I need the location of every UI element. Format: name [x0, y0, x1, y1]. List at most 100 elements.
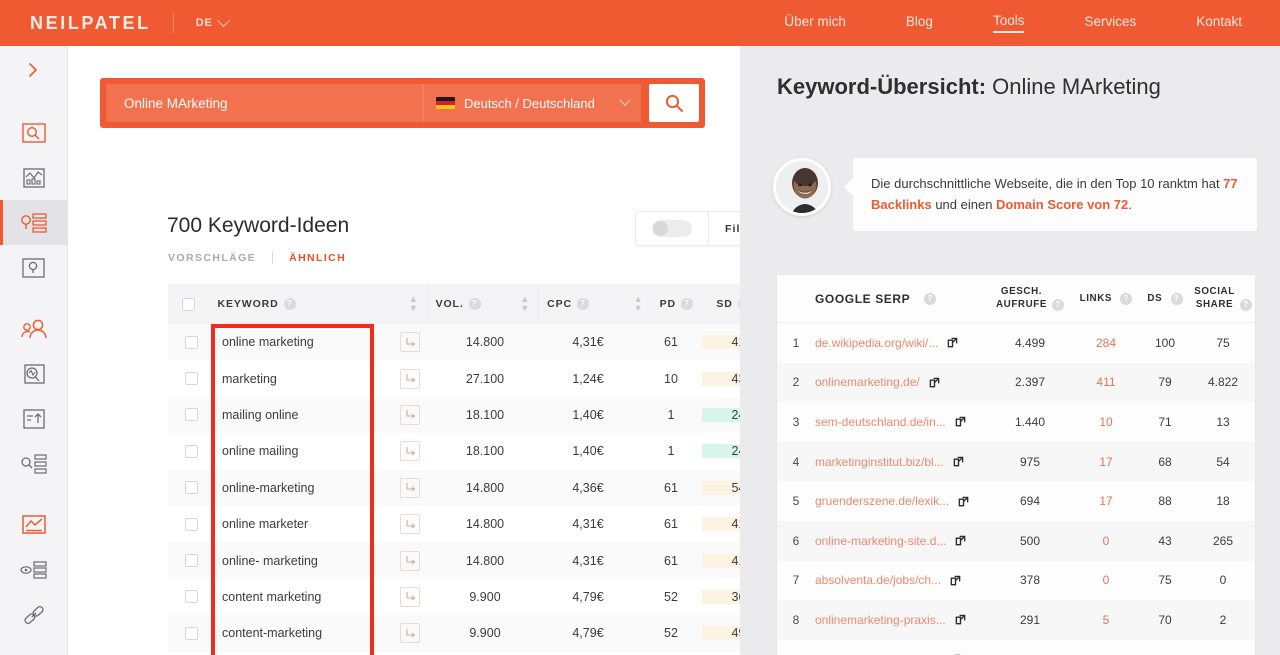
serp-url-cell[interactable]: online-marketing-site.d... — [815, 534, 987, 548]
info-icon[interactable]: ? — [1170, 292, 1183, 305]
sort-keyword-button[interactable]: ▲ ▼ — [409, 295, 427, 313]
open-keyword-icon[interactable] — [400, 514, 420, 535]
info-icon[interactable]: ? — [680, 298, 693, 310]
column-header-keyword[interactable]: KEYWORD ? — [210, 298, 366, 310]
expand-sidebar-button[interactable] — [0, 46, 67, 94]
column-header-cpc[interactable]: CPC ? — [539, 298, 634, 310]
serp-url-cell[interactable]: onlinemarketing-praxis... — [815, 613, 987, 627]
serp-row[interactable]: 3 sem-deutschland.de/in... 1.440 10 71 13 — [777, 402, 1255, 442]
sidebar-item-backlinks-list[interactable] — [0, 547, 67, 592]
serp-row[interactable]: 5 gruenderszene.de/lexik... 694 17 88 18 — [777, 481, 1255, 521]
row-checkbox[interactable] — [184, 590, 198, 604]
nav-item-uber-mich[interactable]: Über mich — [784, 14, 846, 32]
row-checkbox[interactable] — [184, 554, 198, 568]
info-icon[interactable]: ? — [924, 292, 937, 305]
sidebar-item-rank-tracking[interactable] — [0, 396, 67, 441]
column-header-pd[interactable]: PD ? — [652, 298, 709, 310]
cell-action[interactable] — [386, 514, 434, 535]
external-link-icon[interactable] — [950, 575, 961, 586]
tab-vorschlaege[interactable]: VORSCHLÄGE — [168, 252, 272, 264]
table-row[interactable]: online- marketing 14.800 4,31€ 61 41 — [168, 542, 740, 579]
serp-url-cell[interactable]: onlinemarketing.de/ — [815, 375, 987, 389]
external-link-icon[interactable] — [947, 337, 958, 348]
cell-action[interactable] — [386, 441, 434, 462]
serp-row[interactable]: 4 marketinginstitut.biz/bl... 975 17 68 54 — [777, 441, 1255, 482]
open-keyword-icon[interactable] — [400, 441, 420, 462]
sidebar-item-traffic-analyzer[interactable] — [0, 155, 67, 200]
external-link-icon[interactable] — [958, 496, 969, 507]
open-keyword-icon[interactable] — [400, 404, 420, 425]
external-link-icon[interactable] — [955, 535, 966, 546]
table-row[interactable]: content marketing 9.900 4,79€ 52 36 — [168, 578, 740, 616]
filter-button[interactable]: Filter — [708, 212, 740, 245]
column-header-vol[interactable]: VOL. ? — [428, 298, 521, 310]
cell-action[interactable] — [386, 332, 434, 353]
sidebar-item-link-tool[interactable] — [0, 592, 67, 637]
info-icon[interactable]: ? — [577, 298, 590, 310]
external-link-icon[interactable] — [955, 416, 966, 427]
serp-row[interactable]: 6 online-marketing-site.d... 500 0 43 265 — [777, 520, 1255, 561]
search-submit-button[interactable] — [649, 84, 699, 122]
row-checkbox[interactable] — [184, 335, 198, 349]
sidebar-item-traffic-graph[interactable] — [0, 502, 67, 547]
row-checkbox[interactable] — [184, 626, 198, 640]
serp-row[interactable]: 7 absolventa.de/jobs/ch... 378 0 75 0 — [777, 561, 1255, 601]
cell-action[interactable] — [386, 550, 434, 571]
table-row[interactable]: online mailing 18.100 1,40€ 1 24 — [168, 433, 740, 470]
external-link-icon[interactable] — [955, 614, 966, 625]
serp-url-cell[interactable]: absolventa.de/jobs/ch... — [815, 573, 987, 587]
nav-item-blog[interactable]: Blog — [906, 14, 933, 32]
info-icon[interactable]: ? — [1239, 298, 1252, 311]
sidebar-item-keyword-ideas[interactable] — [0, 200, 67, 245]
serp-row[interactable]: 9pixelwerker.de/online-...22117490 — [777, 640, 1255, 655]
table-row[interactable]: marketing 27.100 1,24€ 10 43 — [168, 360, 740, 397]
table-row[interactable]: online marketing 14.800 4,31€ 61 41 — [168, 324, 740, 361]
serp-row[interactable]: 8 onlinemarketing-praxis... 291 5 70 2 — [777, 600, 1255, 640]
filter-toggle[interactable] — [652, 220, 692, 237]
table-row[interactable]: mailing online 18.100 1,40€ 1 24 — [168, 396, 740, 434]
serp-url-cell[interactable]: de.wikipedia.org/wiki/... — [815, 336, 987, 350]
sidebar-item-site-audit[interactable] — [0, 110, 67, 155]
locale-dropdown[interactable]: Deutsch / Deutschland — [423, 84, 641, 122]
column-header-sd[interactable]: SD ? — [708, 298, 740, 310]
row-checkbox[interactable] — [184, 372, 198, 386]
cell-action[interactable] — [386, 404, 434, 425]
row-checkbox[interactable] — [184, 517, 198, 531]
sidebar-item-serp-list[interactable] — [0, 441, 67, 486]
brand-logo[interactable]: NEILPATEL — [30, 13, 151, 34]
sidebar-item-keyword-overview[interactable] — [0, 245, 67, 290]
cell-action[interactable] — [386, 368, 434, 389]
nav-item-services[interactable]: Services — [1084, 14, 1136, 32]
info-icon[interactable]: ? — [283, 298, 296, 310]
info-icon[interactable]: ? — [468, 298, 481, 310]
table-row[interactable]: content-marketing 9.900 4,79€ 52 49 — [168, 615, 740, 652]
open-keyword-icon[interactable] — [400, 332, 420, 353]
table-row[interactable]: online marketer 14.800 4,31€ 61 41 — [168, 505, 740, 543]
cell-action[interactable] — [386, 623, 434, 644]
info-icon[interactable]: ? — [1052, 298, 1064, 311]
sidebar-item-competitors[interactable] — [0, 306, 67, 351]
sidebar-item-seo-analyzer[interactable] — [0, 351, 67, 396]
language-selector[interactable]: DE — [196, 13, 230, 29]
row-checkbox[interactable] — [184, 481, 198, 495]
table-row[interactable]: online-marketing 14.800 4,36€ 61 54 — [168, 469, 740, 506]
info-icon[interactable]: ? — [1120, 292, 1133, 305]
row-checkbox[interactable] — [184, 408, 198, 422]
open-keyword-icon[interactable] — [400, 586, 420, 607]
search-input[interactable] — [106, 84, 423, 122]
cell-action[interactable] — [386, 586, 434, 607]
open-keyword-icon[interactable] — [400, 368, 420, 389]
tab-aehnlich[interactable]: ÄHNLICH — [273, 252, 346, 264]
serp-row[interactable]: 1 de.wikipedia.org/wiki/... 4.499 284 100 75 — [777, 323, 1255, 363]
row-checkbox[interactable] — [184, 444, 198, 458]
open-keyword-icon[interactable] — [400, 477, 420, 498]
serp-url-cell[interactable]: gruenderszene.de/lexik... — [815, 494, 987, 508]
serp-url-cell[interactable]: marketinginstitut.biz/bl... — [815, 455, 987, 469]
external-link-icon[interactable] — [929, 377, 940, 388]
table-row[interactable]: online marketing rockstars4.4002,06€1319 — [168, 651, 740, 655]
serp-row[interactable]: 2 onlinemarketing.de/2.397 411 79 4.822 — [777, 362, 1255, 403]
cell-action[interactable] — [386, 477, 434, 498]
open-keyword-icon[interactable] — [400, 550, 420, 571]
open-keyword-icon[interactable] — [400, 623, 420, 644]
nav-item-kontakt[interactable]: Kontakt — [1196, 14, 1242, 32]
